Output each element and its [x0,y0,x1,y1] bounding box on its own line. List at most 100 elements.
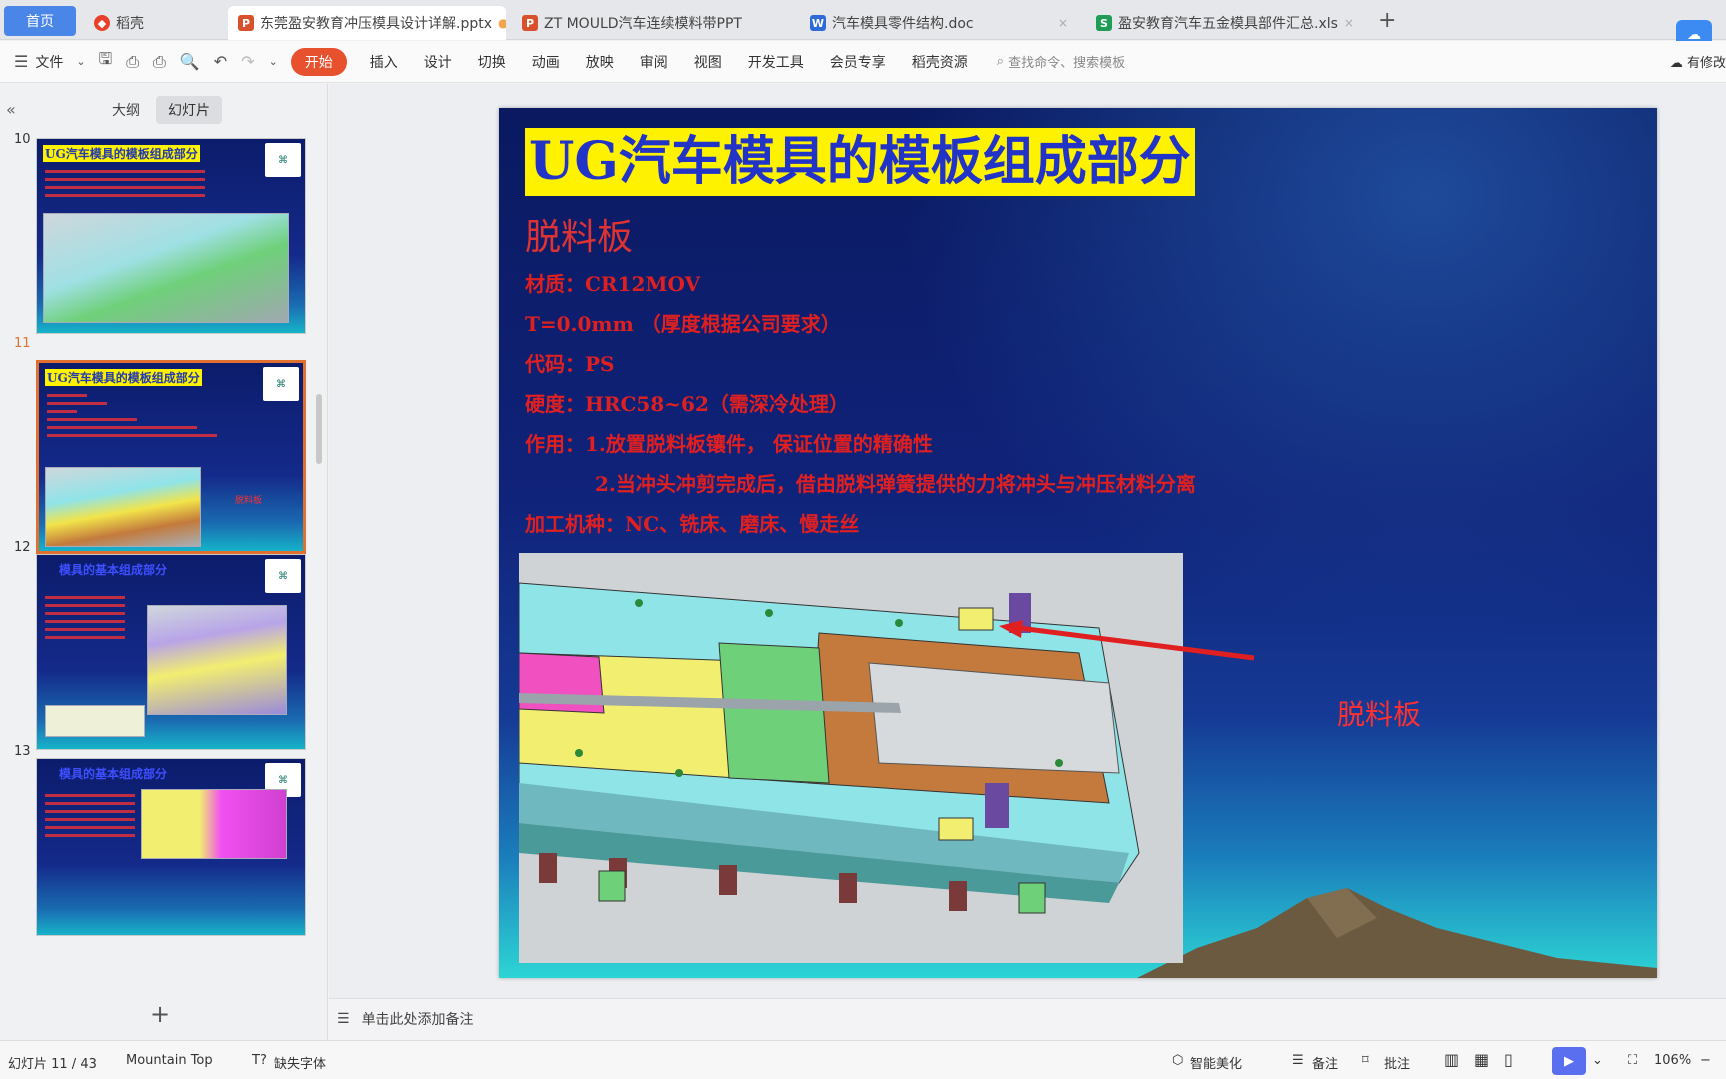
print-preview-icon[interactable]: 🔍 [173,52,207,71]
slide-text-line[interactable]: T=0.0mm （厚度根据公司要求） [525,308,841,337]
notes-bar[interactable]: ☰ 单击此处添加备注 [329,998,1726,1038]
tab-docer-resources[interactable]: 稻壳资源 [899,52,981,72]
xls-file-icon: S [1096,15,1112,31]
slide-thumbnail-10[interactable]: UG汽车模具的模板组成部分 ⌘ [36,138,306,334]
cloud-icon: ☁ [1669,56,1683,71]
tab-xls[interactable]: S 盈安教育汽车五金模具部件汇总.xls × [1086,6,1362,40]
add-slide-button[interactable]: + [150,1000,170,1028]
logo-icon: ⌘ [265,143,301,177]
close-icon[interactable]: × [1344,16,1354,30]
tab-view[interactable]: 视图 [681,52,735,72]
thumb-callout: 脱料板 [235,496,263,506]
undo-icon[interactable]: ↶ [207,52,234,71]
tab-slideshow[interactable]: 放映 [573,52,627,72]
mold-assembly-image[interactable] [519,553,1183,963]
slide-subtitle[interactable]: 脱料板 [525,208,633,260]
tab-developer[interactable]: 开发工具 [735,52,817,72]
callout-label[interactable]: 脱料板 [1337,693,1421,733]
search-icon[interactable]: ⌕ [981,54,1004,69]
file-menu[interactable]: 文件 [35,52,76,72]
chevron-down-icon[interactable]: ⌄ [1592,1053,1603,1068]
slide-title[interactable]: UG汽车模具的模板组成部分 [525,128,1195,196]
mold-image [147,605,287,715]
new-tab-button[interactable]: + [1378,8,1396,33]
comment-icon[interactable]: ⌑ [1362,1053,1369,1068]
reading-view-icon[interactable]: ▯ [1504,1050,1513,1069]
slide-count: 幻灯片 11 / 43 [8,1057,97,1072]
zoom-level[interactable]: 106% [1654,1053,1691,1068]
mold-image [141,789,287,859]
doc-file-icon: W [810,15,826,31]
save-icon[interactable]: 🖫 [92,48,120,75]
notes-toggle-icon[interactable]: ☰ [1292,1053,1304,1068]
tab-member[interactable]: 会员专享 [817,52,899,72]
beautify-button[interactable]: 智能美化 [1190,1053,1242,1072]
notes-placeholder[interactable]: 单击此处添加备注 [362,1009,474,1029]
slide-thumbnail-13[interactable]: 模具的基本组成部分 ⌘ [36,758,306,936]
tab-docer[interactable]: ◆ 稻壳 [84,6,224,40]
slide-thumbnail-12[interactable]: 模具的基本组成部分 ⌘ [36,554,306,750]
thumb-title: 模具的基本组成部分 [59,767,168,781]
tab-insert[interactable]: 插入 [357,52,411,72]
command-search-input[interactable]: 查找命令、搜索模板 [1004,52,1125,71]
play-slideshow-button[interactable]: ▶ [1552,1047,1586,1075]
redo-icon[interactable]: ↷ [234,52,261,71]
thumb-title: UG汽车模具的模板组成部分 [45,369,202,386]
mold-image [43,213,289,323]
current-slide[interactable]: UG汽车模具的模板组成部分 脱料板 材质：CR12MOV T=0.0mm （厚度… [499,108,1657,978]
tab-doc[interactable]: W 汽车模具零件结构.doc × [800,6,1078,40]
logo-icon: ⌘ [265,559,301,593]
thumb-title: UG汽车模具的模板组成部分 [43,145,200,162]
slide-thumbnail-11[interactable]: UG汽车模具的模板组成部分 ⌘ 脱料板 [36,360,306,554]
comment-button[interactable]: 批注 [1384,1053,1410,1072]
collapse-pane-icon[interactable]: « [6,100,16,119]
thumb-title: 模具的基本组成部分 [59,563,168,577]
thumbnail-scrollbar[interactable] [316,394,322,464]
ppt-file-icon: P [238,15,254,31]
mold-image [45,467,201,547]
slide-text-line[interactable]: 作用：1.放置脱料板镶件， 保证位置的精确性 [525,428,933,457]
slide-text-line[interactable]: 硬度：HRC58~62（需深冷处理） [525,388,849,417]
tab-animation[interactable]: 动画 [519,52,573,72]
callout-arrow [999,620,1255,661]
slide-text-line[interactable]: 材质：CR12MOV [525,268,700,297]
tab-design[interactable]: 设计 [411,52,465,72]
close-icon[interactable]: × [1058,16,1068,30]
mold-drawing [519,553,1183,963]
tab-pptx-active[interactable]: P 东莞盈安教育冲压模具设计详解.pptx ● [228,6,506,40]
play-icon: ▶ [1564,1053,1574,1069]
normal-view-icon[interactable]: ▥ [1444,1050,1459,1069]
missing-font-label[interactable]: 缺失字体 [274,1053,326,1072]
tab-zt-mould[interactable]: P ZT MOULD汽车连续模料带PPT [512,6,792,40]
print-icon[interactable]: ⎙ [146,52,173,72]
slide-thumbnail-pane: « 大纲 幻灯片 10 UG汽车模具的模板组成部分 ⌘ 11 UG汽车模具的模板… [0,84,328,1041]
mold-image [45,705,145,737]
slide-text-line[interactable]: 2.当冲头冲剪完成后，借由脱料弹簧提供的力将冲头与冲压材料分离 [595,468,1196,497]
chevron-down-icon[interactable]: ⌄ [76,55,91,68]
beautify-icon[interactable]: ⬡ [1172,1053,1183,1068]
slide-sorter-icon[interactable]: ▦ [1474,1050,1489,1069]
notes-icon: ☰ [337,1010,350,1027]
fit-window-icon[interactable]: ⛶ [1628,1053,1637,1068]
missing-font-icon[interactable]: T? [252,1053,267,1068]
unsaved-dot-icon: ● [498,16,506,30]
theme-name[interactable]: Mountain Top [126,1053,213,1068]
tab-bar: 首页 ◆ 稻壳 P 东莞盈安教育冲压模具设计详解.pptx ● P ZT MOU… [0,0,1726,40]
logo-icon: ⌘ [263,367,299,401]
slide-text-line[interactable]: 加工机种：NC、铣床、磨床、慢走丝 [525,508,859,537]
tab-start[interactable]: 开始 [290,47,347,76]
tab-slides[interactable]: 幻灯片 [156,96,222,124]
slide-text-line[interactable]: 代码：PS [525,348,614,377]
zoom-out-icon[interactable]: − [1700,1053,1711,1068]
notes-toggle-button[interactable]: 备注 [1312,1053,1338,1072]
menu-icon[interactable]: ☰ [0,52,35,71]
tab-outline[interactable]: 大纲 [112,100,140,120]
tab-home[interactable]: 首页 [4,6,76,36]
saved-status[interactable]: ☁ 有修改 [1670,52,1726,71]
export-pdf-icon[interactable]: ⎙ [119,52,146,72]
tab-review[interactable]: 审阅 [627,52,681,72]
slide-number: 10 [14,132,31,147]
tab-transition[interactable]: 切换 [465,52,519,72]
more-chevron-icon[interactable]: ⌄ [262,55,285,68]
slide-number: 11 [14,336,31,351]
